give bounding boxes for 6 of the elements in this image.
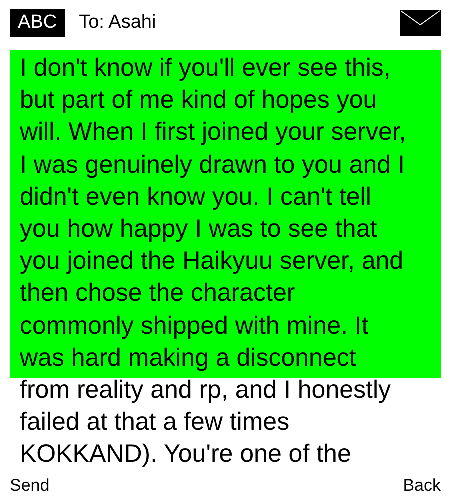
send-button[interactable]: Send — [10, 476, 50, 496]
back-button[interactable]: Back — [403, 476, 441, 496]
envelope-icon — [400, 10, 441, 36]
input-mode-indicator: ABC — [10, 9, 66, 37]
message-text[interactable]: I don't know if you'll ever see this, but part of me kind of hopes you will. When I first joined your server, I was genuinely drawn to you and I didn't even know you. I can't tell you how happy I was to see that you joined the Haikyuu server, and then chose the character commonly shipped with mine. It was hard making a disconnect from reality and rp, and I honestly failed at that a few times KOKKAND). You're one of the — [10, 50, 414, 471]
recipient-label: To: Asahi — [79, 11, 158, 35]
